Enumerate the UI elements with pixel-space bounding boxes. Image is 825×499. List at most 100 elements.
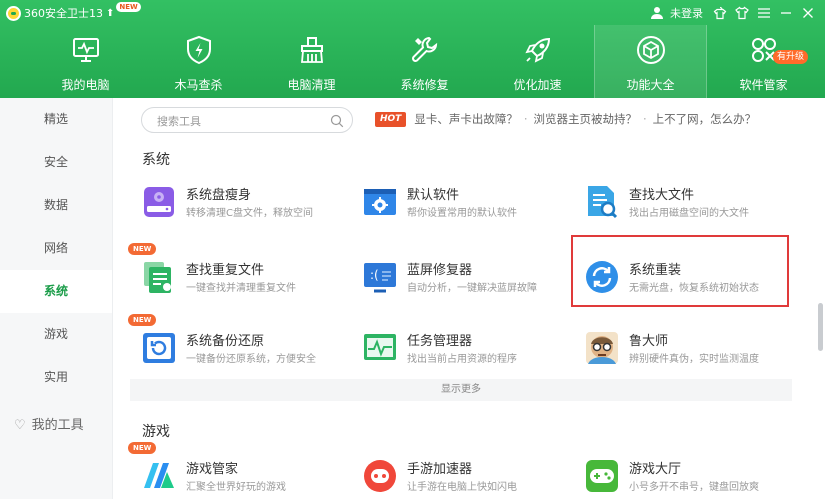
section-title-games: 游戏 — [142, 424, 170, 440]
user-icon[interactable] — [646, 6, 668, 20]
tool-desc: 找出当前占用资源的程序 — [407, 354, 517, 365]
tab-label: 功能大全 — [626, 78, 675, 92]
app-logo: 360安全卫士13 ⬆ NEW — [6, 2, 141, 21]
highlight-frame — [571, 235, 789, 307]
tool-desc: 一键查找并清理重复文件 — [186, 283, 296, 294]
tab-software-manager[interactable]: 有升级 软件管家 — [707, 25, 820, 98]
tab-trojan-scan[interactable]: 木马查杀 — [142, 25, 255, 98]
tool-mobile-game-accelerator[interactable]: 手游加速器 让手游在电脑上快如闪电 — [362, 456, 582, 499]
new-badge: NEW — [128, 243, 157, 255]
sidebar-item-featured[interactable]: 精选 — [0, 98, 112, 141]
window-controls: 未登录 — [646, 4, 819, 22]
tool-desc: 自动分析，一键解决蓝屏故障 — [407, 283, 537, 294]
sidebar-item-security[interactable]: 安全 — [0, 141, 112, 184]
new-badge: NEW — [128, 442, 157, 454]
tab-label: 电脑清理 — [287, 78, 336, 92]
ludashi-icon — [586, 332, 618, 364]
sidebar-item-utilities[interactable]: 实用 — [0, 356, 112, 399]
tool-name: 蓝屏修复器 — [407, 263, 473, 278]
tool-name: 系统备份还原 — [186, 334, 265, 349]
wrench-icon — [411, 36, 437, 62]
tool-name: 鲁大师 — [629, 334, 669, 349]
duplicate-file-icon — [144, 262, 171, 293]
search-icon[interactable] — [330, 113, 344, 132]
category-sidebar: 精选 安全 数据 网络 系统 游戏 实用 ♡ 我的工具 — [0, 98, 113, 499]
menu-icon[interactable] — [753, 7, 775, 19]
tool-ludashi[interactable]: 鲁大师 辨别硬件真伪，实时监测温度 — [584, 328, 804, 372]
disk-icon — [144, 187, 174, 217]
sidebar-item-system[interactable]: 系统 — [0, 270, 112, 313]
tool-task-manager[interactable]: 任务管理器 找出当前占用资源的程序 — [362, 328, 582, 372]
gamepad-icon — [586, 460, 618, 492]
backup-icon — [143, 333, 175, 363]
tool-bluescreen-repair[interactable]: :( 蓝屏修复器 自动分析，一键解决蓝屏故障 — [362, 257, 582, 301]
tool-name: 任务管理器 — [407, 334, 473, 349]
tool-desc: 小号多开不串号，键盘回放爽 — [629, 482, 759, 493]
find-file-icon — [588, 186, 618, 219]
hot-link[interactable]: 显卡、声卡出故障？ — [414, 111, 518, 127]
tool-name: 查找大文件 — [629, 188, 695, 203]
bluescreen-icon: :( — [364, 263, 396, 293]
shirt-icon[interactable] — [731, 6, 753, 20]
login-link[interactable]: 未登录 — [670, 5, 703, 21]
tab-label: 系统修复 — [400, 78, 449, 92]
tab-label: 我的电脑 — [61, 78, 110, 92]
tool-name: 手游加速器 — [407, 462, 473, 477]
search-placeholder: 搜索工具 — [157, 115, 201, 128]
tool-desc: 辨别硬件真伪，实时监测温度 — [629, 354, 759, 365]
hot-link[interactable]: 上不了网，怎么办？ — [653, 111, 757, 127]
tool-default-software[interactable]: 默认软件 帮你设置常用的默认软件 — [362, 182, 582, 226]
hot-topics: HOT 显卡、声卡出故障？ · 浏览器主页被劫持？ · 上不了网，怎么办？ — [375, 111, 756, 127]
hot-badge: HOT — [375, 111, 407, 127]
tab-my-computer[interactable]: 我的电脑 — [29, 25, 142, 98]
search-input[interactable]: 搜索工具 — [141, 107, 353, 133]
update-arrow-icon[interactable]: ⬆ — [106, 8, 114, 19]
show-more-button[interactable]: 显示更多 — [130, 379, 792, 401]
tool-name: 游戏管家 — [186, 462, 239, 477]
my-tools-item[interactable]: ♡ 我的工具 — [0, 404, 112, 447]
tab-optimize[interactable]: 优化加速 — [481, 25, 594, 98]
tool-game-hall[interactable]: 游戏大厅 小号多开不串号，键盘回放爽 — [584, 456, 804, 499]
tab-cleanup[interactable]: 电脑清理 — [255, 25, 368, 98]
separator: · — [642, 112, 647, 126]
scrollbar-thumb[interactable] — [818, 303, 823, 351]
tool-system-disk-slim[interactable]: 系统盘瘦身 转移清理C盘文件，释放空间 — [141, 182, 361, 226]
cube-icon — [636, 36, 665, 64]
rocket-icon — [524, 37, 550, 63]
upgrade-badge: 有升级 — [773, 50, 809, 64]
task-manager-icon — [364, 334, 396, 360]
tool-desc: 汇聚全世界好玩的游戏 — [186, 482, 286, 493]
section-title-system: 系统 — [142, 152, 170, 168]
tab-all-features[interactable]: 功能大全 — [594, 25, 707, 98]
tool-name: 默认软件 — [407, 188, 460, 203]
main-panel: 搜索工具 HOT 显卡、声卡出故障？ · 浏览器主页被劫持？ · 上不了网，怎么… — [113, 98, 825, 499]
sidebar-item-games[interactable]: 游戏 — [0, 313, 112, 356]
sidebar-item-data[interactable]: 数据 — [0, 184, 112, 227]
main-tabs: 我的电脑 木马查杀 电脑清理 系统修复 优化加速 功能大全 有升级 软件管家 — [29, 25, 820, 98]
tool-find-large-files[interactable]: 查找大文件 找出占用磁盘空间的大文件 — [584, 182, 804, 226]
tool-find-duplicate-files[interactable]: NEW 查找重复文件 一键查找并清理重复文件 — [128, 243, 361, 301]
tab-label: 软件管家 — [739, 78, 788, 92]
shield-bolt-icon — [186, 35, 211, 65]
sidebar-item-network[interactable]: 网络 — [0, 227, 112, 270]
tool-system-backup-restore[interactable]: NEW 系统备份还原 一键备份还原系统，方便安全 — [128, 314, 361, 372]
skin-icon[interactable] — [709, 6, 731, 20]
tool-desc: 让手游在电脑上快如闪电 — [407, 482, 517, 493]
tool-name: 系统盘瘦身 — [186, 188, 252, 203]
hot-link[interactable]: 浏览器主页被劫持？ — [533, 111, 637, 127]
separator: · — [523, 112, 528, 126]
default-software-icon — [364, 189, 396, 215]
logo-icon — [6, 5, 21, 21]
tab-label: 优化加速 — [513, 78, 562, 92]
app-title: 360安全卫士13 — [24, 7, 103, 20]
tab-system-repair[interactable]: 系统修复 — [368, 25, 481, 98]
minimize-icon[interactable] — [775, 7, 797, 19]
tool-desc: 转移清理C盘文件，释放空间 — [186, 208, 313, 219]
mobile-game-icon — [364, 460, 396, 492]
tool-game-manager[interactable]: NEW 游戏管家 汇聚全世界好玩的游戏 — [128, 442, 361, 499]
tool-name: 查找重复文件 — [186, 263, 265, 278]
my-tools-label: 我的工具 — [31, 418, 84, 433]
tool-desc: 找出占用磁盘空间的大文件 — [629, 208, 749, 219]
close-icon[interactable] — [797, 7, 819, 19]
new-badge: NEW — [116, 2, 141, 12]
